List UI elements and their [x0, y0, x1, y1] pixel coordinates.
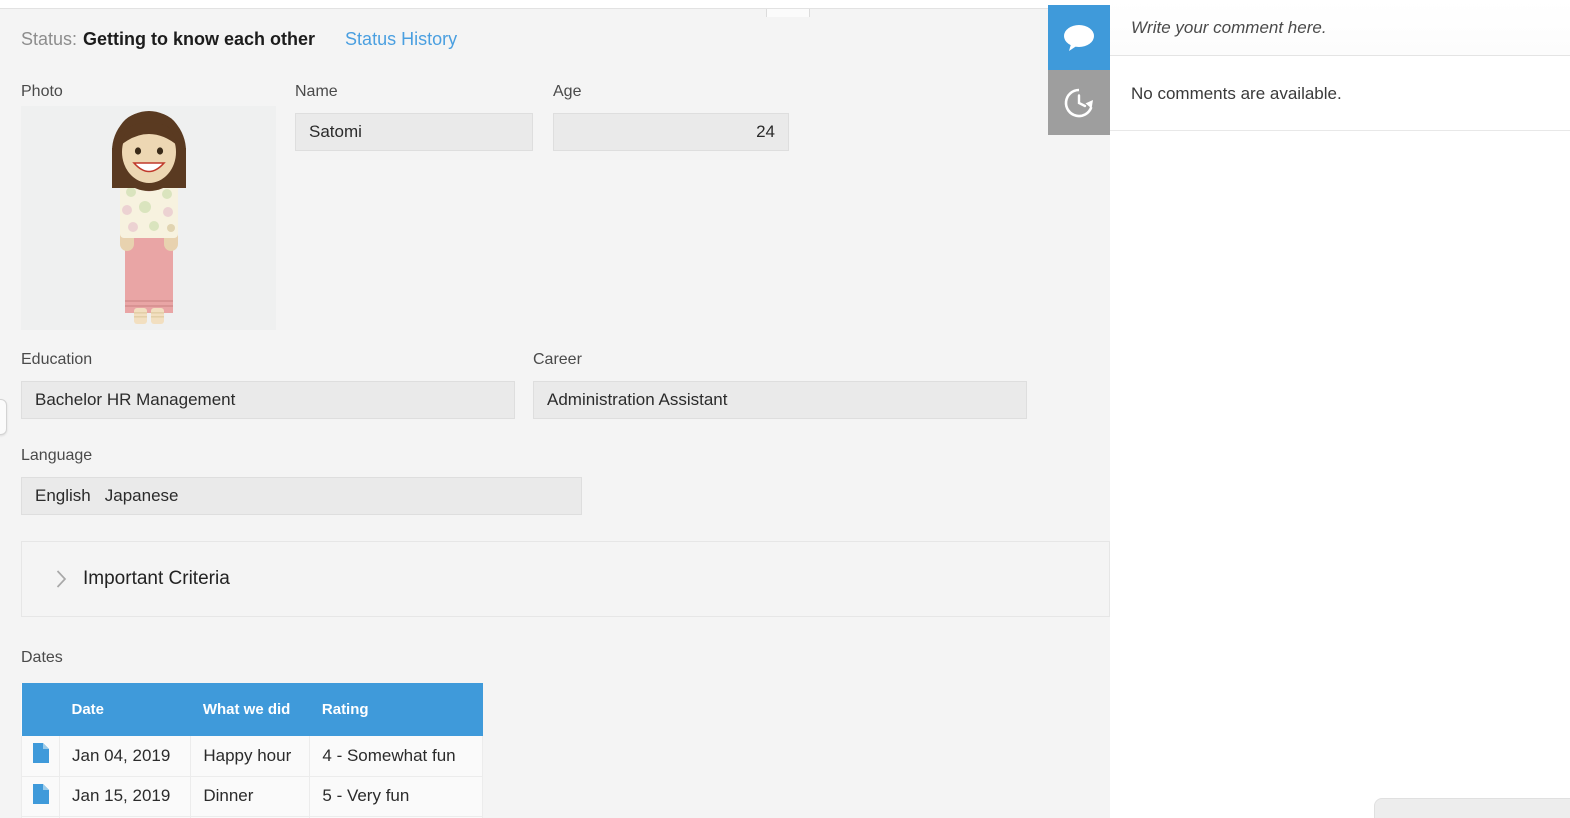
tab-comments[interactable] — [1048, 5, 1110, 70]
dates-table: Date What we did Rating Ja — [21, 683, 483, 818]
document-icon — [33, 743, 49, 768]
status-value: Getting to know each other — [83, 29, 315, 50]
education-label: Education — [21, 351, 92, 369]
document-icon — [33, 784, 49, 809]
dates-table-body: Jan 04, 2019 Happy hour 4 - Somewhat fun — [22, 736, 483, 818]
photo-label: Photo — [21, 83, 63, 101]
row-document-icon[interactable] — [22, 736, 60, 776]
cell-date: Jan 15, 2019 — [60, 776, 191, 816]
table-row[interactable]: Jan 04, 2019 Happy hour 4 - Somewhat fun — [22, 736, 483, 776]
cell-rating: 5 - Very fun — [310, 776, 483, 816]
status-label: Status: — [21, 29, 77, 50]
sidebar-collapse-handle[interactable] — [0, 399, 7, 435]
language-value-0: English — [35, 486, 91, 506]
name-value: Satomi — [309, 122, 362, 142]
age-label: Age — [553, 83, 581, 101]
col-icon — [22, 683, 60, 736]
table-row[interactable]: Jan 15, 2019 Dinner 5 - Very fun — [22, 776, 483, 816]
comment-input-placeholder: Write your comment here. — [1131, 18, 1327, 38]
status-history-link[interactable]: Status History — [345, 29, 457, 50]
col-date[interactable]: Date — [60, 683, 191, 736]
name-label: Name — [295, 83, 338, 101]
career-field[interactable]: Administration Assistant — [533, 381, 1027, 419]
education-value: Bachelor HR Management — [35, 390, 235, 410]
col-what-we-did[interactable]: What we did — [191, 683, 310, 736]
education-field[interactable]: Bachelor HR Management — [21, 381, 515, 419]
history-clock-icon — [1063, 87, 1095, 119]
cell-what: Happy hour — [191, 736, 310, 776]
comment-list: No comments are available. — [1110, 57, 1570, 131]
panel-tab-strip — [1048, 5, 1110, 135]
col-rating[interactable]: Rating — [310, 683, 483, 736]
age-value: 24 — [756, 122, 775, 142]
language-value-1: Japanese — [105, 486, 179, 506]
language-label: Language — [21, 447, 92, 465]
speech-bubble-icon — [1063, 24, 1095, 52]
comment-empty-message: No comments are available. — [1131, 84, 1342, 104]
career-value: Administration Assistant — [547, 390, 727, 410]
detail-form-panel: Status: Getting to know each other Statu… — [0, 8, 1110, 818]
name-field[interactable]: Satomi — [295, 113, 533, 151]
avatar — [21, 106, 276, 330]
photo-box — [21, 106, 276, 330]
important-criteria-section[interactable]: Important Criteria — [21, 541, 1110, 617]
panel-top-tab-handle[interactable] — [766, 8, 810, 17]
bottom-right-panel-edge[interactable] — [1374, 798, 1570, 818]
cell-what: Dinner — [191, 776, 310, 816]
cell-rating: 4 - Somewhat fun — [310, 736, 483, 776]
comments-panel: Write your comment here. No comments are… — [1110, 0, 1570, 818]
career-label: Career — [533, 351, 582, 369]
dates-table-header: Date What we did Rating — [22, 683, 483, 736]
app-root: Status: Getting to know each other Statu… — [0, 0, 1570, 818]
language-field[interactable]: English Japanese — [21, 477, 582, 515]
comment-input[interactable]: Write your comment here. — [1110, 0, 1570, 56]
important-criteria-title: Important Criteria — [83, 568, 230, 590]
age-field[interactable]: 24 — [553, 113, 789, 151]
row-document-icon[interactable] — [22, 776, 60, 816]
tab-history[interactable] — [1048, 70, 1110, 135]
dates-label: Dates — [21, 649, 63, 667]
status-bar: Status: Getting to know each other Statu… — [21, 29, 457, 50]
chevron-right-icon — [55, 569, 67, 589]
cell-date: Jan 04, 2019 — [60, 736, 191, 776]
